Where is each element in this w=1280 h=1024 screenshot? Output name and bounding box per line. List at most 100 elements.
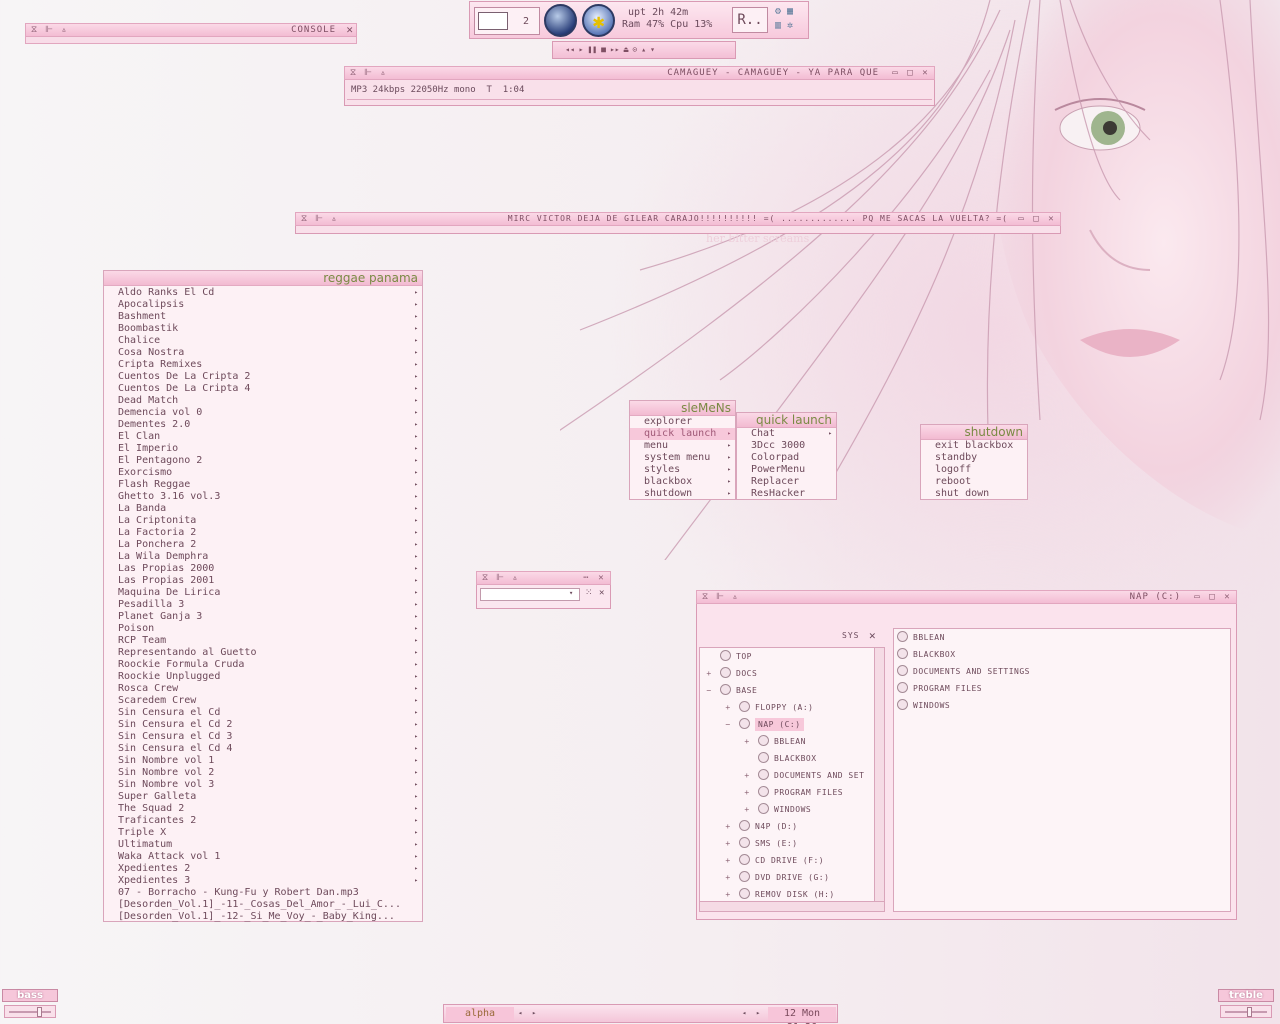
collapse-icon[interactable]: ▵ [509,572,521,584]
stop-icon[interactable]: ■ [601,44,606,56]
playlist-item[interactable]: Roockie Unplugged ▸ [104,671,422,683]
playlist-item[interactable]: Sin Nombre vol 3 ▸ [104,779,422,791]
expand-icon[interactable]: + [742,803,752,817]
minimize-icon[interactable]: ▭ [1191,591,1203,603]
seek-bar[interactable] [347,99,932,103]
small-window-titlebar[interactable]: ⧖ ⊩ ▵ ⋯ ✕ [476,571,611,585]
playlist-item[interactable]: Exorcismo ▸ [104,467,422,479]
combo-input[interactable] [480,588,580,601]
menu-item[interactable]: Colorpad [737,452,836,464]
menu-item[interactable]: styles ▸ [630,464,735,476]
tree-vscrollbar[interactable] [874,648,884,901]
playlist-item[interactable]: Cuentos De La Cripta 2 ▸ [104,371,422,383]
prev-task-icon[interactable]: ◂ [742,1009,746,1017]
expand-icon[interactable]: + [723,837,733,851]
menu-item[interactable]: standby [921,452,1027,464]
browser-icon[interactable] [544,4,577,37]
tree-node[interactable]: + DOCS [704,667,757,681]
treble-slider[interactable] [1220,1005,1272,1018]
shade-icon[interactable]: ⧖ [699,591,711,603]
next-workspace-icon[interactable]: ▸ [532,1009,536,1017]
playlist-item[interactable]: El Imperio ▸ [104,443,422,455]
playlist-item[interactable]: Las Propias 2001 ▸ [104,575,422,587]
menu-item[interactable]: Chat ▸ [737,428,836,440]
menu-item[interactable]: quick launch ▸ [630,428,735,440]
playlist-item[interactable]: Boombastik ▸ [104,323,422,335]
playlist-item[interactable]: Flash Reggae ▸ [104,479,422,491]
expand-icon[interactable]: + [723,871,733,885]
playlist-item[interactable]: La Factoria 2 ▸ [104,527,422,539]
playlist-item[interactable]: Xpedientes 2 ▸ [104,863,422,875]
menu-item[interactable]: menu ▸ [630,440,735,452]
volume-up-icon[interactable]: ▴ [641,44,646,56]
playlist-item[interactable]: Super Galleta ▸ [104,791,422,803]
tree-hscrollbar[interactable] [700,901,884,911]
bass-slider-thumb[interactable] [37,1007,42,1017]
next-task-icon[interactable]: ▸ [756,1009,760,1017]
tree-node[interactable]: + BBLEAN [742,735,806,749]
playlist-item[interactable]: Las Propias 2000 ▸ [104,563,422,575]
close-icon[interactable]: ✕ [346,24,353,36]
playlist-item[interactable]: Waka Attack vol 1 ▸ [104,851,422,863]
tree-node[interactable]: − BASE [704,684,757,698]
minimize-icon[interactable]: ▭ [889,67,901,79]
expand-icon[interactable]: + [723,854,733,868]
pin-icon[interactable]: ⊩ [313,213,325,225]
close-icon[interactable]: ✕ [599,588,604,598]
collapse-icon[interactable]: − [704,684,714,698]
menu-item[interactable]: shutdown ▸ [630,488,735,500]
tray-icons[interactable]: ⚙ ▦ ▥ ✲ [775,5,805,35]
file-item[interactable]: DOCUMENTS AND SETTINGS [897,665,1030,679]
menu-item[interactable]: 3Dcc 3000 [737,440,836,452]
tree-node[interactable]: + DVD DRIVE (G:) [723,871,829,885]
playlist-item[interactable]: Pesadilla 3 ▸ [104,599,422,611]
more-icon[interactable]: ⋯ [580,572,592,584]
explorer-titlebar[interactable]: ⧖ ⊩ ▵ NAP (C:) ▭ □ ✕ [696,590,1237,604]
pin-icon[interactable]: ⊩ [362,67,374,79]
close-icon[interactable]: ✕ [1221,591,1233,603]
collapse-icon[interactable]: ▵ [377,67,389,79]
playlist-item[interactable]: La Banda ▸ [104,503,422,515]
workspace-pager[interactable]: 2 [474,7,540,35]
pin-icon[interactable]: ⊩ [494,572,506,584]
tree-node[interactable]: + DOCUMENTS AND SET [742,769,864,783]
playlist-item[interactable]: Roockie Formula Cruda ▸ [104,659,422,671]
playlist-item[interactable]: Cripta Remixes ▸ [104,359,422,371]
playlist-item[interactable]: Sin Nombre vol 2 ▸ [104,767,422,779]
tree-node[interactable]: + REMOV DISK (H:) [723,888,835,902]
playlist-item[interactable]: Xpedientes 3 ▸ [104,875,422,887]
playlist-item[interactable]: Sin Censura el Cd 4 ▸ [104,743,422,755]
menu-item[interactable]: Replacer [737,476,836,488]
menu-item[interactable]: explorer [630,416,735,428]
prev-track-icon[interactable]: ◂◂ [565,44,575,56]
shade-icon[interactable]: ⧖ [479,572,491,584]
menu-item[interactable]: logoff [921,464,1027,476]
expand-icon[interactable]: + [723,820,733,834]
playlist-item[interactable]: Sin Censura el Cd ▸ [104,707,422,719]
playlist-file[interactable]: 07 - Borracho - Kung-Fu y Robert Dan.mp3 [104,887,408,899]
tree-node[interactable]: + FLOPPY (A:) [723,701,813,715]
tree-node[interactable]: + PROGRAM FILES [742,786,843,800]
playlist-item[interactable]: The Squad 2 ▸ [104,803,422,815]
prev-workspace-icon[interactable]: ◂ [518,1009,522,1017]
expand-icon[interactable]: + [742,786,752,800]
expand-icon[interactable]: + [704,667,714,681]
volume-down-icon[interactable]: ▾ [650,44,655,56]
pause-icon[interactable]: ❚❚ [587,44,597,56]
playlist-item[interactable]: Rosca Crew ▸ [104,683,422,695]
treble-slider-thumb[interactable] [1247,1007,1252,1017]
shade-icon[interactable]: ⧖ [28,24,40,36]
menu-item[interactable]: shut down [921,488,1027,500]
playlist-item[interactable]: Planet Ganja 3 ▸ [104,611,422,623]
irc-titlebar[interactable]: ⧖ ⊩ ▵ MIRC VICTOR DEJA DE GILEAR CARAJO!!!… [295,212,1061,226]
playlist-item[interactable]: Demencia vol 0 ▸ [104,407,422,419]
expand-icon[interactable]: + [723,888,733,902]
playlist-item[interactable]: Cuentos De La Cripta 4 ▸ [104,383,422,395]
menu-item[interactable]: reboot [921,476,1027,488]
playlist-item[interactable]: RCP Team ▸ [104,635,422,647]
tree-node[interactable]: TOP [704,650,752,664]
playlist-item[interactable]: Sin Nombre vol 1 ▸ [104,755,422,767]
tree-node[interactable]: − NAP (C:) [723,718,804,732]
file-item[interactable]: BLACKBOX [897,648,956,662]
console-titlebar[interactable]: ⧖ ⊩ ▵ CONSOLE ✕ [25,23,357,37]
